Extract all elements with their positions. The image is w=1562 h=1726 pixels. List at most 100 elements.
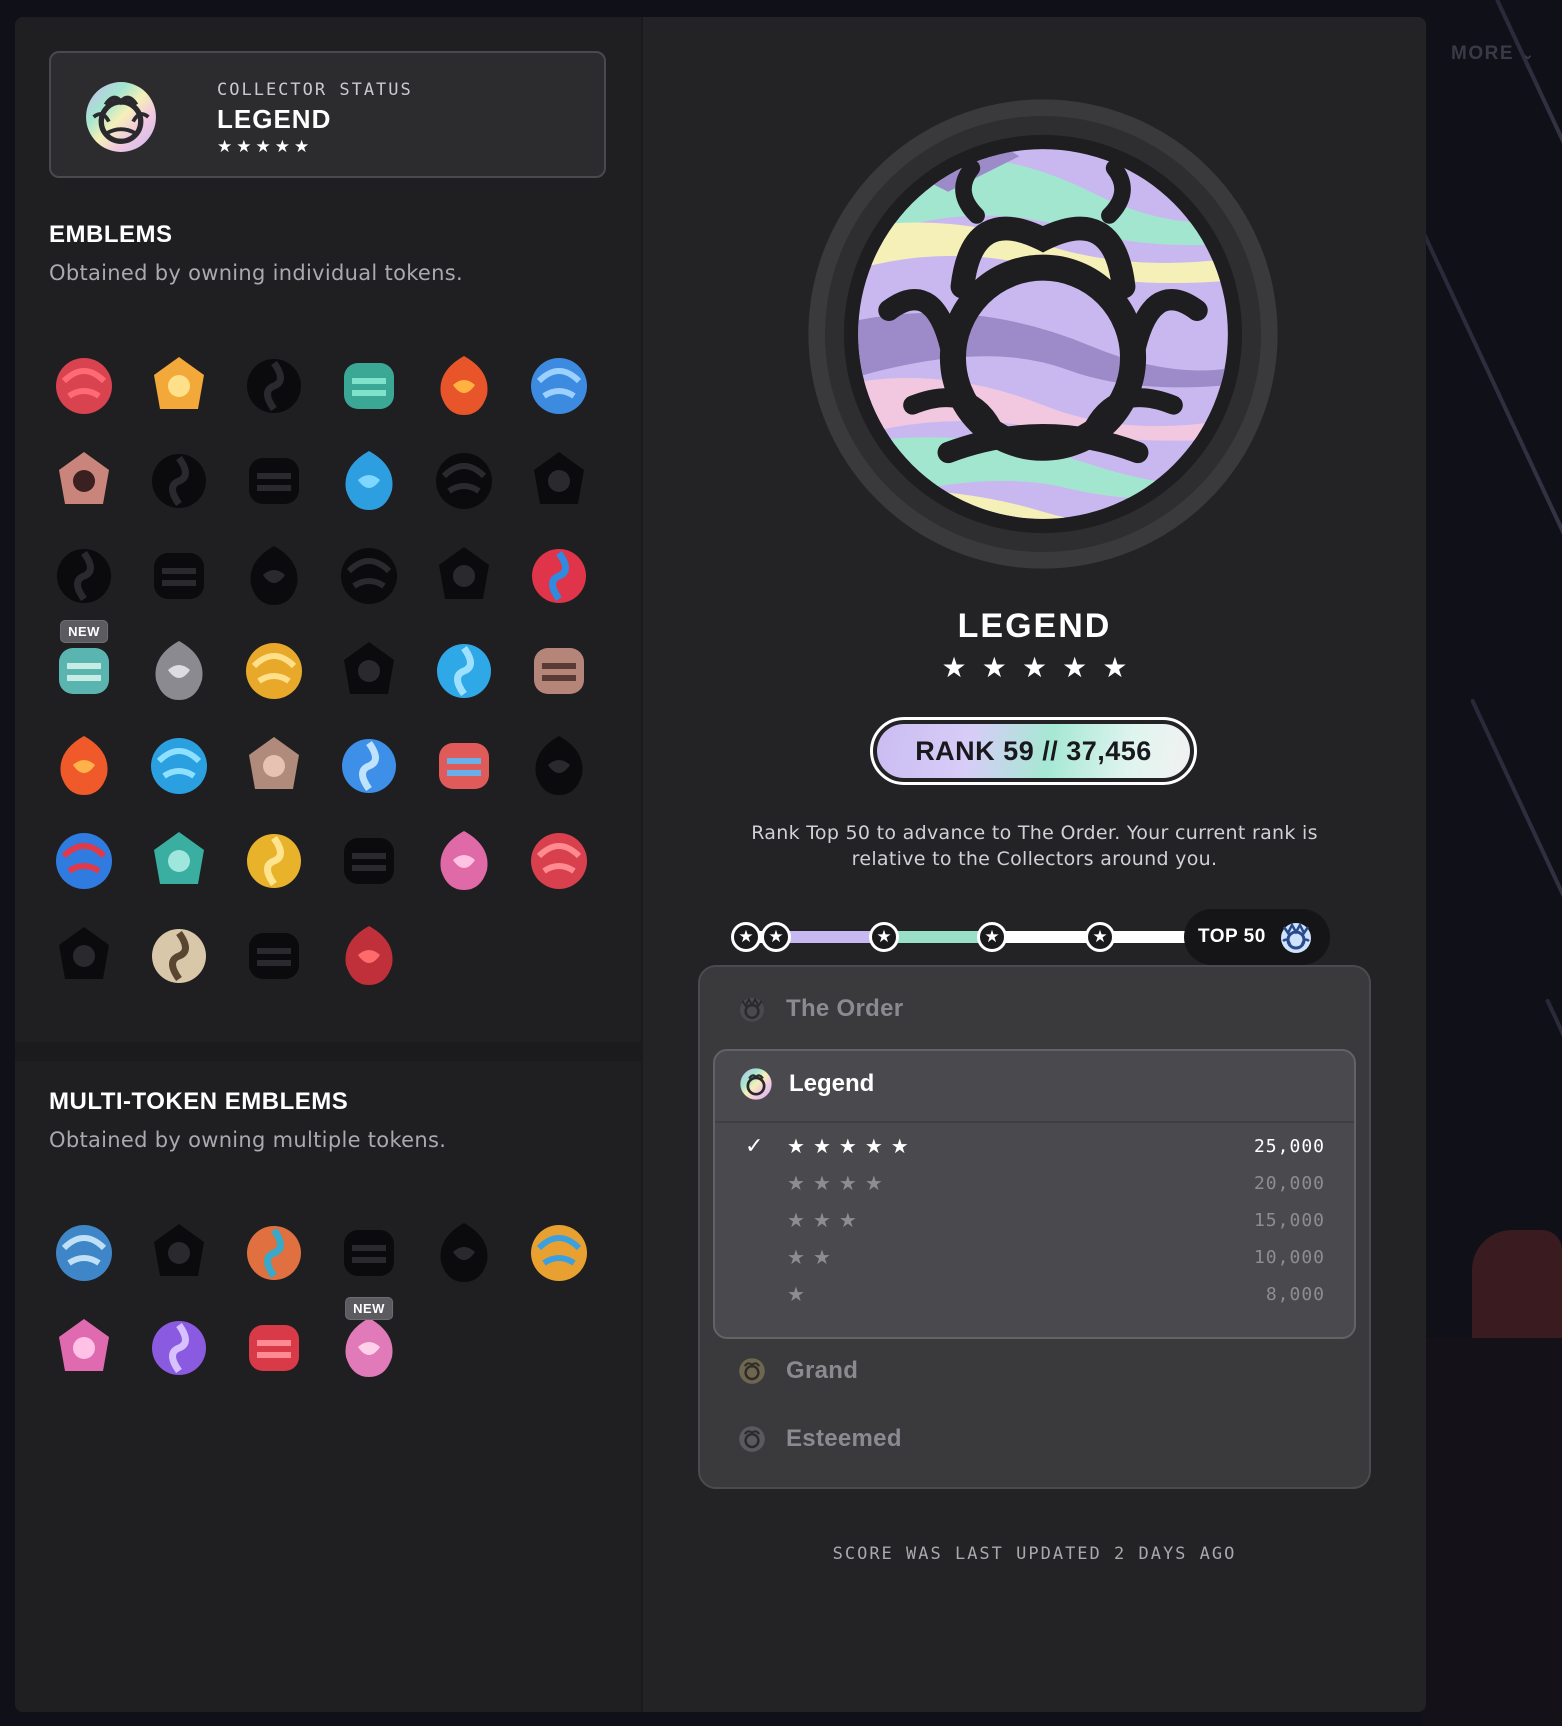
star-icon: ★ (217, 137, 233, 157)
bronze-tree-icon (249, 737, 299, 789)
tier-name: Legend (789, 1070, 875, 1097)
emblem-silver-star[interactable] (144, 636, 214, 706)
emblem-dark-clover[interactable] (429, 541, 499, 611)
dark-vortex-icon (344, 642, 394, 694)
prism-star-icon (439, 743, 489, 789)
multi-emblem-tri-color-mask[interactable] (239, 1218, 309, 1288)
dark-peak-icon (154, 553, 204, 599)
bg-streak (1470, 698, 1562, 1045)
emblem-blue-power[interactable] (429, 636, 499, 706)
emblem-dark-flower[interactable] (524, 446, 594, 516)
emblem-gold-question[interactable] (239, 826, 309, 896)
emblem-blue-swirl[interactable] (334, 446, 404, 516)
emblem-teal-question[interactable] (144, 826, 214, 896)
collector-status-card[interactable]: COLLECTOR STATUS LEGEND ★ ★ ★ ★ ★ (49, 51, 606, 178)
star-icon: ★ (812, 1134, 831, 1158)
star-icon: ★ (981, 651, 1007, 684)
star-icon: ★ (1021, 651, 1048, 684)
star-icon: ★ (812, 1208, 831, 1232)
emblem-red-crown[interactable] (524, 826, 594, 896)
more-menu-link[interactable]: MORE ⌄ (1451, 43, 1535, 65)
dark-bolt-icon (57, 549, 111, 603)
emblem-bronze-tree[interactable] (239, 731, 309, 801)
torii-icon (56, 358, 112, 414)
new-badge: NEW (60, 620, 108, 643)
tier-legend-expanded[interactable]: Legend ✓ ★ ★ ★ ★ ★ 25,000 ★ ★ ★ ★ 20,000 ★ ★ ★ 15,000 ★ ★… (713, 1049, 1356, 1339)
level-stars: ★ ★ ★ ★ (787, 1171, 1254, 1195)
red-loop-icon (249, 1325, 299, 1371)
rank-progress: ★ ★ ★ ★ ★ TOP 50 (731, 909, 1384, 965)
star-icon: ★ (787, 1282, 805, 1306)
esteemed-medal-icon (739, 1426, 765, 1452)
pink-swirl-icon (440, 831, 488, 890)
emblem-bronze-bear[interactable] (524, 636, 594, 706)
multi-emblem-dark-rings[interactable] (429, 1218, 499, 1288)
red-blue-orb-icon (532, 549, 586, 603)
emblem-teal-frog[interactable] (334, 351, 404, 421)
emblem-dark-question[interactable] (334, 826, 404, 896)
emblem-torii[interactable] (49, 351, 119, 421)
emblem-dark-waves[interactable] (334, 541, 404, 611)
emblem-red-kanji[interactable] (334, 921, 404, 991)
rank-title: LEGEND (957, 607, 1112, 645)
tier-row-grand[interactable]: Grand (736, 1355, 858, 1387)
violet-waves-icon (152, 1321, 206, 1375)
tier-row-esteemed[interactable]: Esteemed (736, 1423, 902, 1455)
dark-waves-icon (341, 548, 397, 604)
multi-emblem-pink-bubbles[interactable]: NEW (334, 1297, 404, 1383)
tier-row-the-order[interactable]: The Order (736, 993, 903, 1025)
emblem-gold-star[interactable] (239, 636, 309, 706)
emblem-dark-peak[interactable] (144, 541, 214, 611)
star-icon: ★ (812, 1245, 831, 1269)
emblem-red-blue-orb[interactable] (524, 541, 594, 611)
new-badge: NEW (345, 1297, 393, 1320)
level-points: 15,000 (1253, 1209, 1325, 1231)
emblem-rgb-knot[interactable] (49, 826, 119, 896)
tier-level-row: ★ ★ ★ 15,000 (745, 1205, 1325, 1235)
emblem-prism-star[interactable] (429, 731, 499, 801)
emblem-gold-helmet[interactable] (144, 351, 214, 421)
tier-name: The Order (786, 995, 904, 1022)
multi-emblem-prism-compass[interactable] (524, 1218, 594, 1288)
teal-question-icon (154, 832, 204, 884)
emblem-blue-lightning[interactable] (334, 731, 404, 801)
emblem-fire-oni[interactable] (429, 351, 499, 421)
emblem-dark-vortex[interactable] (334, 636, 404, 706)
emblem-teal-book[interactable]: NEW (49, 620, 119, 706)
gold-helmet-icon (154, 357, 204, 409)
bronze-bear-icon (534, 648, 584, 694)
emblem-dark-spiral[interactable] (429, 446, 499, 516)
emblem-blue-wave[interactable] (144, 731, 214, 801)
emblem-dark-bolt[interactable] (49, 541, 119, 611)
emblem-pink-swirl[interactable] (429, 826, 499, 896)
star-icon: ★ (787, 1245, 805, 1269)
emblem-dark-dragon[interactable] (239, 921, 309, 991)
rank-pill: RANK 59 // 37,456 (870, 717, 1197, 785)
emblem-flame[interactable] (49, 731, 119, 801)
multi-emblem-blue-glyph[interactable] (49, 1218, 119, 1288)
progress-node-star-icon: ★ (1085, 922, 1115, 952)
emblem-dark-butterfly[interactable] (239, 446, 309, 516)
emblem-dark-face[interactable] (49, 921, 119, 991)
multi-emblem-dark-flower-multi[interactable] (144, 1218, 214, 1288)
emblem-dark-leaf[interactable] (239, 541, 309, 611)
multi-emblem-red-loop[interactable] (239, 1313, 309, 1383)
emblem-blue-lotus[interactable] (524, 351, 594, 421)
emblem-dark-pinwheel[interactable] (524, 731, 594, 801)
emblem-dark-shrine[interactable] (239, 351, 309, 421)
star-icon: ★ (1102, 651, 1128, 684)
more-label: MORE (1451, 43, 1514, 64)
multi-emblem-dark-spiral-multi[interactable] (334, 1218, 404, 1288)
emblem-ivory-sheaf[interactable] (144, 921, 214, 991)
blue-swirl-icon (345, 451, 393, 510)
emblem-pink-mask[interactable] (49, 446, 119, 516)
emblem-dark-drake[interactable] (144, 446, 214, 516)
dark-face-icon (59, 927, 109, 979)
progress-node-star-icon: ★ (731, 922, 761, 952)
collector-panel: COLLECTOR STATUS LEGEND ★ ★ ★ ★ ★ EMBLEM… (15, 17, 1426, 1712)
multi-emblem-violet-waves[interactable] (144, 1313, 214, 1383)
level-stars: ★ ★ ★ ★ ★ (787, 1134, 1254, 1158)
rank-pill-label: RANK 59 // 37,456 (877, 724, 1190, 778)
multi-emblem-pink-knot[interactable] (49, 1313, 119, 1383)
star-icon: ★ (787, 1171, 805, 1195)
